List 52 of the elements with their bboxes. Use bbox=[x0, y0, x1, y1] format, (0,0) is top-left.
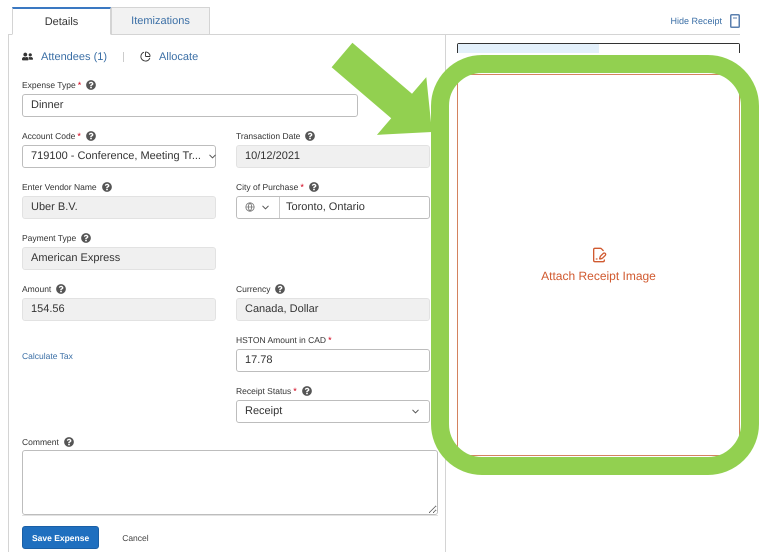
receipt-drop-area[interactable]: Attach Receipt Image bbox=[457, 74, 740, 456]
field-label: Receipt Status bbox=[236, 386, 292, 396]
hide-receipt-link[interactable]: Hide Receipt bbox=[670, 16, 722, 26]
field-label: Expense Type bbox=[22, 80, 76, 90]
required-marker: * bbox=[300, 182, 304, 192]
calculate-tax-link[interactable]: Calculate Tax bbox=[22, 350, 216, 372]
required-marker: * bbox=[78, 80, 82, 90]
select-field[interactable]: Receipt bbox=[236, 400, 430, 423]
tab[interactable]: Itemizations bbox=[111, 7, 210, 35]
help-icon[interactable] bbox=[86, 80, 96, 90]
save-button[interactable]: Save Expense bbox=[22, 526, 100, 549]
field-label: Account Code bbox=[22, 131, 76, 142]
pie-chart-icon bbox=[140, 51, 152, 62]
required-marker: * bbox=[77, 131, 81, 142]
help-icon[interactable] bbox=[64, 436, 74, 447]
field-label: Comment bbox=[22, 436, 59, 447]
cancel-button[interactable]: Cancel bbox=[113, 526, 158, 549]
help-icon[interactable] bbox=[308, 182, 319, 192]
help-icon[interactable] bbox=[302, 386, 312, 396]
comment-field[interactable] bbox=[22, 450, 438, 515]
input-field[interactable]: 154.56 bbox=[22, 298, 216, 321]
input-field[interactable]: Uber B.V. bbox=[22, 196, 216, 219]
help-icon[interactable] bbox=[275, 284, 286, 294]
field-label: Payment Type bbox=[22, 233, 76, 244]
allocate-link[interactable]: Allocate bbox=[159, 50, 198, 63]
required-marker: * bbox=[328, 335, 332, 346]
select-field[interactable]: 719100 - Conference, Meeting Tr... bbox=[22, 144, 216, 168]
attach-receipt-text: Attach Receipt Image bbox=[541, 269, 656, 283]
help-icon[interactable] bbox=[102, 182, 112, 192]
input-field[interactable]: Dinner bbox=[22, 94, 358, 117]
field-label: Transaction Date bbox=[236, 131, 300, 142]
field-label: City of Purchase bbox=[236, 182, 298, 192]
help-icon[interactable] bbox=[81, 233, 92, 244]
required-marker: * bbox=[293, 386, 297, 396]
tab[interactable]: Details bbox=[12, 7, 111, 35]
field-label: Enter Vendor Name bbox=[22, 182, 97, 192]
field-label: Currency bbox=[236, 284, 270, 294]
help-icon[interactable] bbox=[305, 131, 316, 142]
input-field[interactable]: 10/12/2021 bbox=[236, 144, 430, 168]
input-field[interactable]: American Express bbox=[22, 246, 216, 270]
help-icon[interactable] bbox=[56, 284, 66, 294]
people-icon bbox=[22, 51, 33, 62]
input-field[interactable]: Toronto, Ontario bbox=[236, 196, 430, 219]
input-field[interactable]: Canada, Dollar bbox=[236, 298, 430, 321]
input-field[interactable]: 17.78 bbox=[236, 348, 430, 372]
field-label: Amount bbox=[22, 284, 52, 294]
attendees-link[interactable]: Attendees (1) bbox=[41, 50, 108, 63]
field-label: HSTON Amount in CAD bbox=[236, 335, 326, 346]
receipt-icon[interactable] bbox=[730, 14, 740, 28]
edit-document-icon bbox=[590, 247, 606, 263]
help-icon[interactable] bbox=[86, 131, 96, 142]
globe-icon bbox=[245, 202, 255, 212]
